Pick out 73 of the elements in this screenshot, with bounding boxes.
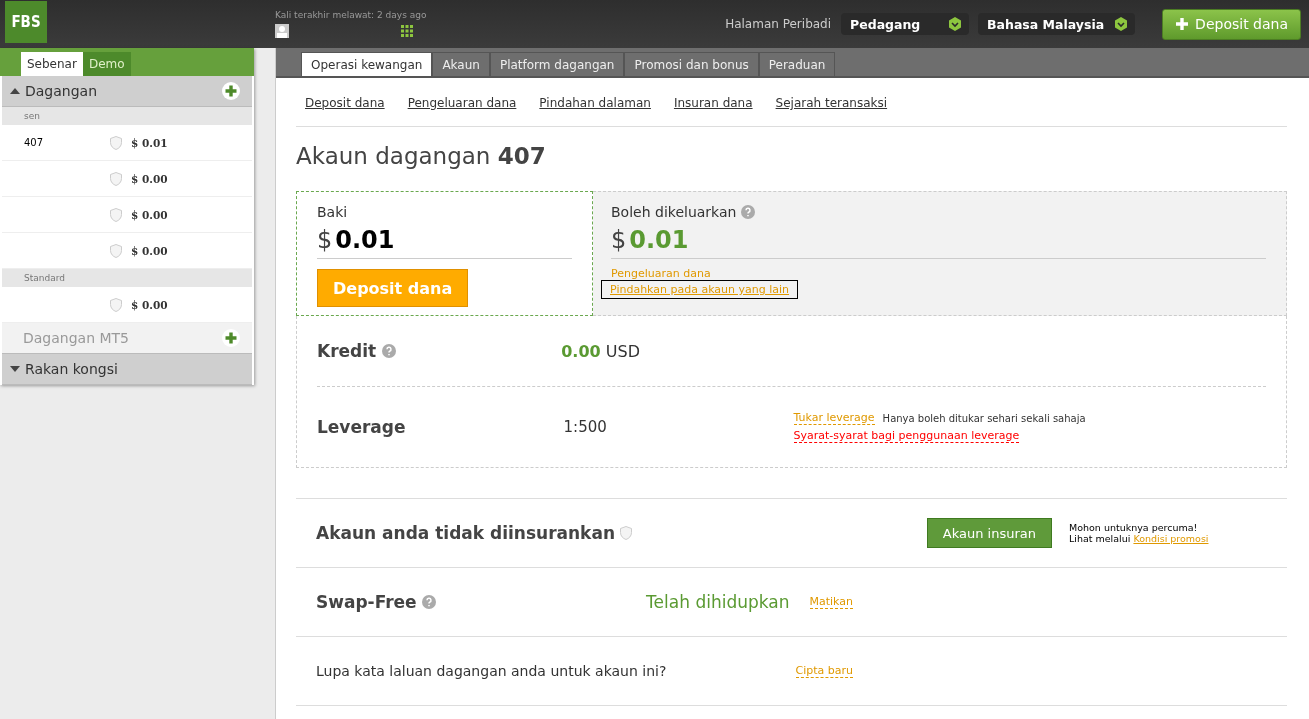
password-question: Lupa kata laluan dagangan anda untuk akaun ini? <box>316 663 667 679</box>
logo[interactable]: FBS <box>5 1 47 43</box>
shield-icon <box>110 135 122 150</box>
account-balance: $ 0.01 <box>131 136 168 149</box>
last-visit-text: Kali terakhir melawat: 2 days ago <box>275 10 427 20</box>
main-tab[interactable]: Operasi kewangan <box>301 52 433 76</box>
section-header[interactable]: Rakan kongsi <box>2 354 252 385</box>
sub-link[interactable]: Pengeluaran dana <box>407 96 517 110</box>
withdrawable-label: Boleh dikeluarkan <box>611 204 756 220</box>
sub-link[interactable]: Sejarah teransaksi <box>775 96 888 110</box>
group-label: Standard <box>2 269 252 287</box>
shield-icon <box>620 526 632 540</box>
section-title: Dagangan <box>25 83 98 99</box>
dropdown-icon <box>1114 17 1129 31</box>
dropdown-icon <box>948 17 963 31</box>
personal-page-label: Halaman Peribadi <box>725 17 832 31</box>
account-number: 407 <box>24 137 44 148</box>
account-type-tab[interactable]: Sebenar <box>21 52 83 76</box>
insurance-note: Lihat melalui <box>1069 533 1131 544</box>
credit-label: Kredit <box>317 341 377 361</box>
create-password-link[interactable]: Cipta baru <box>795 664 853 678</box>
account-row[interactable]: $ 0.00 <box>2 161 252 197</box>
help-icon[interactable] <box>382 344 397 358</box>
swap-status: Telah dihidupkan <box>646 592 790 612</box>
section-header[interactable]: Dagangan <box>2 76 252 107</box>
account-balance: $ 0.00 <box>131 172 168 185</box>
account-balance: $ 0.00 <box>131 244 168 257</box>
help-icon[interactable] <box>421 595 436 609</box>
plus-icon <box>1175 17 1190 31</box>
triangle-icon <box>10 88 20 94</box>
section-title: Rakan kongsi <box>25 361 118 377</box>
section-title: Dagangan MT5 <box>23 330 130 346</box>
main-tab[interactable]: Peraduan <box>758 52 836 76</box>
main-tab[interactable]: Platform dagangan <box>489 52 625 76</box>
role-select[interactable]: Pedagang <box>841 13 970 35</box>
triangle-icon <box>10 366 20 372</box>
leverage-note: Hanya boleh ditukar sehari sekali sahaja <box>882 412 1086 424</box>
deposit-button[interactable]: Deposit dana <box>1162 8 1301 40</box>
insure-account-button[interactable]: Akaun insuran <box>926 518 1052 548</box>
shield-icon <box>110 243 122 258</box>
leverage-label: Leverage <box>317 417 406 437</box>
add-icon[interactable] <box>222 82 240 100</box>
main-tab[interactable]: Akaun <box>432 52 490 76</box>
account-row[interactable]: $ 0.00 <box>2 197 252 233</box>
page-title: Akaun dagangan 407 <box>296 143 547 169</box>
change-leverage-link[interactable]: Tukar leverage <box>793 411 875 425</box>
leverage-value: 1:500 <box>563 418 608 436</box>
withdrawable-amount: $0.01 <box>611 220 1266 259</box>
group-label: sen <box>2 107 252 125</box>
sub-link[interactable]: Insuran dana <box>673 96 753 110</box>
account-balance: $ 0.00 <box>131 208 168 221</box>
help-icon[interactable] <box>741 205 756 219</box>
shield-icon <box>110 171 122 186</box>
balance-label: Baki <box>317 204 348 220</box>
insurance-status-label: Akaun anda tidak diinsurankan <box>316 523 615 543</box>
account-type-tab[interactable]: Demo <box>82 52 131 76</box>
promo-link[interactable]: Kondisi promosi <box>1133 533 1209 544</box>
swap-free-label: Swap-Free <box>316 592 417 612</box>
language-select[interactable]: Bahasa Malaysia <box>978 13 1136 35</box>
apps-grid-icon[interactable] <box>401 25 413 37</box>
account-row[interactable]: 407 $ 0.01 <box>2 125 252 161</box>
insurance-note: Mohon untuknya percuma! <box>1069 522 1199 533</box>
balance-amount: $0.01 <box>317 220 572 259</box>
shield-icon <box>110 297 122 312</box>
main-tab[interactable]: Promosi dan bonus <box>624 52 759 76</box>
disable-swap-link[interactable]: Matikan <box>809 595 853 609</box>
account-balance: $ 0.00 <box>131 298 168 311</box>
shield-icon <box>110 207 122 222</box>
user-icon <box>275 24 289 38</box>
leverage-terms-link[interactable]: Syarat-syarat bagi penggunaan leverage <box>793 429 1020 443</box>
sub-link[interactable]: Deposit dana <box>305 96 385 110</box>
credit-value: 0.00 USD <box>561 341 640 361</box>
sub-link[interactable]: Pindahan dalaman <box>539 96 651 110</box>
